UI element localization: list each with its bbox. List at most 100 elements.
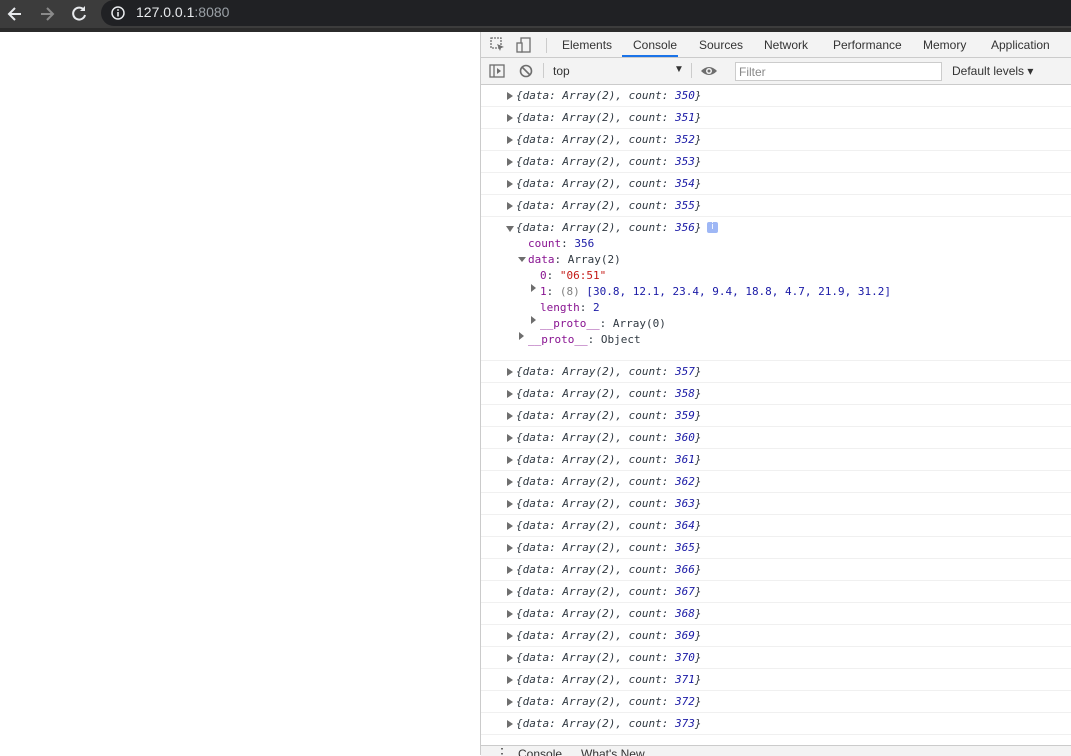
tab-elements[interactable]: Elements: [562, 38, 612, 52]
expand-data-icon[interactable]: [518, 257, 526, 262]
devtools-tabbar: Elements Console Sources Network Perform…: [481, 32, 1071, 58]
clear-console-icon[interactable]: [517, 62, 535, 80]
context-dropdown-icon[interactable]: ▼: [674, 64, 684, 75]
console-entry[interactable]: {data: Array(2), count: 363}: [481, 493, 1071, 515]
console-entry[interactable]: {data: Array(2), count: 368}: [481, 603, 1071, 625]
console-entry[interactable]: {data: Array(2), count: 369}: [481, 625, 1071, 647]
tab-network[interactable]: Network: [764, 38, 808, 52]
tab-application[interactable]: Application: [991, 38, 1050, 52]
url-host: 127.0.0.1: [136, 4, 195, 20]
arrow-left-icon[interactable]: [5, 4, 25, 24]
tab-memory[interactable]: Memory: [923, 38, 966, 52]
console-entry[interactable]: {data: Array(2), count: 370}: [481, 647, 1071, 669]
expand-triangle-icon[interactable]: [507, 158, 513, 166]
info-badge-icon[interactable]: i: [707, 222, 718, 233]
expand-triangle-icon[interactable]: [507, 456, 513, 464]
prop-data[interactable]: data: Array(2): [528, 253, 621, 266]
toolbar-separator: [691, 63, 692, 78]
expand-triangle-icon[interactable]: [507, 654, 513, 662]
expand-triangle-icon[interactable]: [507, 434, 513, 442]
console-entry[interactable]: {data: Array(2), count: 362}: [481, 471, 1071, 493]
expand-triangle-icon[interactable]: [507, 180, 513, 188]
console-entry[interactable]: {data: Array(2), count: 361}: [481, 449, 1071, 471]
page-viewport[interactable]: [0, 32, 480, 755]
console-entry[interactable]: {data: Array(2), count: 354}: [481, 173, 1071, 195]
prop-item-0: 0: "06:51": [540, 269, 607, 282]
collapse-triangle-icon[interactable]: [506, 226, 514, 232]
entry-summary: {data: Array(2), count: 360}: [516, 431, 702, 444]
console-entry[interactable]: {data: Array(2), count: 367}: [481, 581, 1071, 603]
eye-icon[interactable]: [700, 62, 718, 80]
expand-triangle-icon[interactable]: [507, 720, 513, 728]
expand-triangle-icon[interactable]: [507, 136, 513, 144]
entry-summary: {data: Array(2), count: 358}: [516, 387, 702, 400]
prop-item-1[interactable]: 1: (8) [30.8, 12.1, 23.4, 9.4, 18.8, 4.7…: [540, 285, 891, 298]
entry-summary: {data: Array(2), count: 352}: [516, 133, 702, 146]
arrow-right-icon[interactable]: [37, 4, 57, 24]
console-entry[interactable]: {data: Array(2), count: 359}: [481, 405, 1071, 427]
log-levels-dropdown[interactable]: Default levels ▾: [952, 64, 1033, 78]
tab-performance[interactable]: Performance: [833, 38, 902, 52]
console-entry[interactable]: {data: Array(2), count: 371}: [481, 669, 1071, 691]
expand-triangle-icon[interactable]: [507, 544, 513, 552]
tab-sources[interactable]: Sources: [699, 38, 743, 52]
info-icon[interactable]: [111, 6, 125, 20]
console-entry-expanded[interactable]: {data: Array(2), count: 356} i count: 35…: [481, 217, 1071, 361]
expand-triangle-icon[interactable]: [507, 412, 513, 420]
console-entry[interactable]: {data: Array(2), count: 364}: [481, 515, 1071, 537]
expand-proto-object-icon[interactable]: [519, 332, 524, 340]
console-entry[interactable]: {data: Array(2), count: 351}: [481, 107, 1071, 129]
expand-item-1-icon[interactable]: [531, 284, 536, 292]
active-tab-indicator: [622, 55, 678, 57]
prop-proto-array[interactable]: __proto__: Array(0): [540, 317, 666, 330]
address-bar[interactable]: 127.0.0.1:8080: [101, 0, 1071, 26]
entry-summary: {data: Array(2), count: 370}: [516, 651, 702, 664]
expand-proto-array-icon[interactable]: [531, 316, 536, 324]
console-entry[interactable]: {data: Array(2), count: 353}: [481, 151, 1071, 173]
console-entry[interactable]: {data: Array(2), count: 355}: [481, 195, 1071, 217]
expand-triangle-icon[interactable]: [507, 390, 513, 398]
context-selector[interactable]: top: [553, 64, 570, 78]
console-entry[interactable]: {data: Array(2), count: 366}: [481, 559, 1071, 581]
console-entry[interactable]: {data: Array(2), count: 358}: [481, 383, 1071, 405]
console-entry[interactable]: {data: Array(2), count: 372}: [481, 691, 1071, 713]
drawer-tabbar: ⋮ Console What's New: [481, 745, 1071, 756]
expand-triangle-icon[interactable]: [507, 92, 513, 100]
device-toolbar-icon[interactable]: [515, 36, 533, 54]
console-entry[interactable]: {data: Array(2), count: 357}: [481, 361, 1071, 383]
expand-triangle-icon[interactable]: [507, 566, 513, 574]
expand-triangle-icon[interactable]: [507, 114, 513, 122]
reload-icon[interactable]: [69, 4, 89, 24]
expand-triangle-icon[interactable]: [507, 202, 513, 210]
expand-triangle-icon[interactable]: [507, 698, 513, 706]
console-entry[interactable]: {data: Array(2), count: 352}: [481, 129, 1071, 151]
console-entry[interactable]: {data: Array(2), count: 350}: [481, 85, 1071, 107]
expand-triangle-icon[interactable]: [507, 610, 513, 618]
browser-toolbar: 127.0.0.1:8080: [0, 0, 1071, 28]
console-entry[interactable]: {data: Array(2), count: 360}: [481, 427, 1071, 449]
entry-summary: {data: Array(2), count: 356}: [516, 221, 702, 234]
entry-summary: {data: Array(2), count: 371}: [516, 673, 702, 686]
expand-triangle-icon[interactable]: [507, 632, 513, 640]
console-entry[interactable]: {data: Array(2), count: 365}: [481, 537, 1071, 559]
entry-summary: {data: Array(2), count: 373}: [516, 717, 702, 730]
sidebar-toggle-icon[interactable]: [488, 62, 506, 80]
tabbar-separator: [546, 38, 547, 53]
console-entry[interactable]: {data: Array(2), count: 373}: [481, 713, 1071, 735]
url-text: 127.0.0.1:8080: [136, 4, 229, 20]
filter-field[interactable]: [735, 62, 942, 81]
tab-console[interactable]: Console: [633, 38, 677, 52]
filter-input[interactable]: [739, 64, 929, 80]
expand-triangle-icon[interactable]: [507, 500, 513, 508]
console-output[interactable]: {data: Array(2), count: 350} {data: Array…: [481, 85, 1071, 735]
expand-triangle-icon[interactable]: [507, 676, 513, 684]
inspect-element-icon[interactable]: [489, 36, 507, 54]
drawer-menu-icon[interactable]: ⋮: [495, 746, 509, 756]
entry-summary: {data: Array(2), count: 364}: [516, 519, 702, 532]
prop-proto-object[interactable]: __proto__: Object: [528, 333, 641, 346]
expand-triangle-icon[interactable]: [507, 368, 513, 376]
expand-triangle-icon[interactable]: [507, 522, 513, 530]
expand-triangle-icon[interactable]: [507, 478, 513, 486]
entry-summary: {data: Array(2), count: 372}: [516, 695, 702, 708]
expand-triangle-icon[interactable]: [507, 588, 513, 596]
